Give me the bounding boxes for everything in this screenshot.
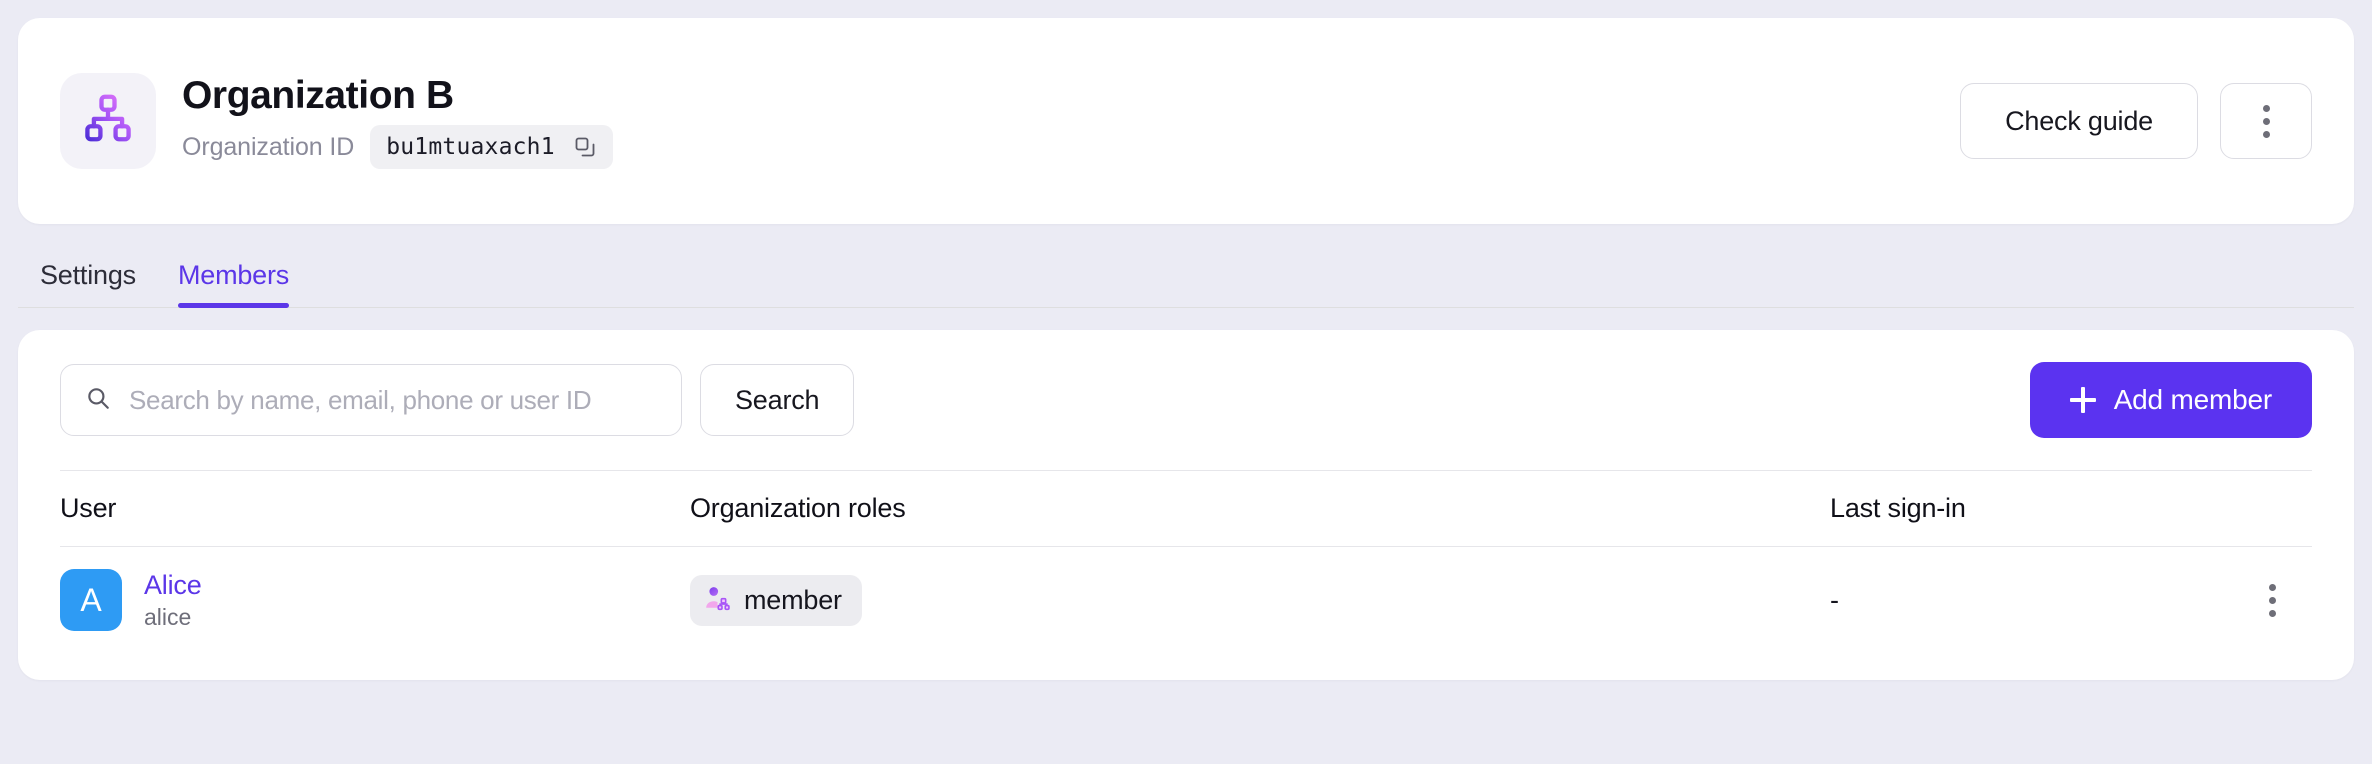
members-table-body: A Alice alice member -	[60, 547, 2312, 654]
page-title: Organization B	[182, 73, 454, 117]
organization-id-chip[interactable]: bu1mtuaxach1	[370, 125, 613, 170]
organization-tabs: Settings Members	[18, 246, 2354, 308]
members-table: User Organization roles Last sign-in A A…	[60, 470, 2312, 653]
row-actions	[2250, 576, 2312, 624]
organization-header-card: Organization B Organization ID bu1mtuaxa…	[18, 18, 2354, 224]
user-username: alice	[144, 603, 192, 630]
members-toolbar: Search Add member	[60, 330, 2312, 470]
column-header-last-sign-in: Last sign-in	[1830, 470, 2250, 547]
tab-settings[interactable]: Settings	[40, 260, 136, 308]
add-member-button[interactable]: Add member	[2029, 362, 2312, 438]
table-row[interactable]: A Alice alice member -	[60, 547, 2312, 654]
organization-id-value: bu1mtuaxach1	[386, 134, 555, 161]
organization-identity: Organization B Organization ID bu1mtuaxa…	[60, 72, 613, 170]
user-cell: A Alice alice	[60, 569, 690, 631]
more-vertical-icon	[2268, 583, 2276, 617]
cell-organization-roles: member	[690, 547, 1830, 654]
add-member-label: Add member	[2113, 384, 2272, 415]
column-header-organization-roles: Organization roles	[690, 470, 1830, 547]
search-input[interactable]	[129, 384, 657, 416]
copy-icon[interactable]	[573, 135, 597, 159]
organization-id-label: Organization ID	[182, 132, 355, 161]
org-member-icon	[704, 585, 730, 616]
members-card: Search Add member User Organization role…	[18, 330, 2354, 680]
search-box[interactable]	[60, 364, 682, 436]
cell-actions	[2250, 547, 2312, 654]
search-button[interactable]: Search	[700, 364, 855, 436]
status-badge: member	[690, 574, 862, 626]
table-header-row: User Organization roles Last sign-in	[60, 470, 2312, 547]
more-vertical-icon	[2262, 104, 2270, 138]
organization-avatar	[60, 72, 156, 169]
tab-members[interactable]: Members	[177, 260, 289, 308]
role-label: member	[744, 584, 842, 615]
search-group: Search	[60, 364, 855, 436]
organization-id-row: Organization ID bu1mtuaxach1	[182, 125, 613, 170]
user-text: Alice alice	[144, 570, 202, 630]
check-guide-button[interactable]: Check guide	[1960, 83, 2198, 159]
column-header-user: User	[60, 470, 690, 547]
members-table-head: User Organization roles Last sign-in	[60, 470, 2312, 547]
search-icon	[85, 385, 111, 416]
row-more-button[interactable]	[2250, 576, 2294, 624]
org-chart-icon	[82, 92, 134, 149]
cell-last-sign-in: -	[1830, 584, 1839, 615]
column-header-actions	[2250, 470, 2312, 547]
header-more-button[interactable]	[2220, 83, 2312, 159]
header-actions: Check guide	[1960, 83, 2312, 159]
organization-title-block: Organization B Organization ID bu1mtuaxa…	[182, 73, 613, 170]
user-name-link[interactable]: Alice	[144, 570, 202, 601]
plus-icon	[2069, 387, 2096, 413]
avatar: A	[60, 569, 122, 631]
organization-members-page: Organization B Organization ID bu1mtuaxa…	[0, 0, 2372, 764]
cell-user: A Alice alice	[60, 547, 690, 654]
